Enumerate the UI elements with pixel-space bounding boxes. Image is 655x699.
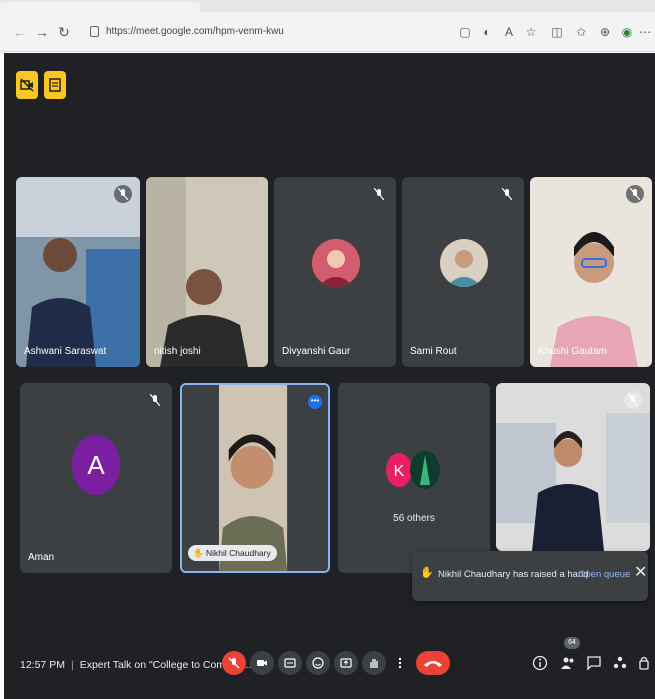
collections-icon[interactable]: ⊕ bbox=[598, 25, 612, 39]
bottom-control-bar: 12:57 PM | Expert Talk on "College to Comp… bbox=[4, 637, 655, 699]
people-icon[interactable] bbox=[560, 655, 576, 671]
participant-name: Ashwani Saraswat bbox=[24, 346, 107, 357]
browser-toolbar: ← → ↻ https://meet.google.com/hpm-venm-k… bbox=[0, 0, 655, 52]
split-screen-icon[interactable]: ◫ bbox=[550, 25, 564, 39]
people-count-badge: 64 bbox=[564, 637, 580, 649]
address-bar[interactable]: https://meet.google.com/hpm-venm-kwu bbox=[84, 21, 444, 43]
mic-off-icon bbox=[146, 391, 164, 409]
mic-off-icon bbox=[370, 185, 388, 203]
back-icon[interactable]: ← bbox=[12, 24, 28, 40]
raise-hand-icon: ✋ bbox=[420, 567, 434, 579]
raised-hand-chip: ✋ Nikhil Chaudhary bbox=[188, 545, 277, 561]
present-icon[interactable] bbox=[334, 651, 358, 675]
tab-strip bbox=[0, 0, 655, 12]
avatar bbox=[312, 239, 360, 287]
tracking-icon[interactable]: ◐ bbox=[480, 25, 494, 39]
raised-hand-notification: ✋ Nikhil Chaudhary has raised a hand Ope… bbox=[412, 551, 648, 601]
mic-off-icon bbox=[624, 391, 642, 409]
emoji-icon[interactable] bbox=[306, 651, 330, 675]
info-icon[interactable] bbox=[532, 655, 548, 671]
avatar: A bbox=[72, 435, 120, 495]
favorites-bar-icon[interactable]: ✩ bbox=[574, 25, 588, 39]
meeting-info: 12:57 PM | Expert Talk on "College to Comp… bbox=[20, 659, 251, 671]
others-tile[interactable]: K 56 others bbox=[338, 383, 490, 573]
avatar bbox=[410, 451, 440, 489]
camera-icon[interactable] bbox=[250, 651, 274, 675]
mic-off-icon[interactable] bbox=[222, 651, 246, 675]
participant-tile-active[interactable]: ••• ✋ Nikhil Chaudhary bbox=[180, 383, 330, 573]
raise-hand-icon[interactable] bbox=[362, 651, 386, 675]
video-feed bbox=[16, 177, 140, 367]
notification-text: Nikhil Chaudhary has raised a hand bbox=[438, 569, 589, 580]
mic-off-icon bbox=[498, 185, 516, 203]
host-controls-icon[interactable] bbox=[636, 655, 652, 671]
meet-stage: Ashwani Saraswat nitish joshi Divyanshi … bbox=[4, 53, 655, 699]
participant-tile[interactable]: A Aman bbox=[20, 383, 172, 573]
chat-icon[interactable] bbox=[586, 655, 602, 671]
others-count: 56 others bbox=[393, 513, 435, 524]
end-call-icon[interactable] bbox=[416, 651, 450, 675]
video-feed bbox=[146, 177, 268, 367]
read-aloud-icon[interactable]: A bbox=[502, 25, 516, 39]
participant-name: Nikhil Chaudhary bbox=[206, 548, 271, 558]
activities-icon[interactable] bbox=[612, 655, 628, 671]
participant-tile[interactable]: Khushi Gautam bbox=[530, 177, 652, 367]
lock-icon bbox=[90, 26, 99, 37]
active-tab[interactable] bbox=[0, 2, 200, 12]
favorite-icon[interactable]: ☆ bbox=[524, 25, 538, 39]
url-text: https://meet.google.com/hpm-venm-kwu bbox=[106, 26, 284, 37]
raise-hand-icon: ✋ bbox=[193, 548, 204, 558]
captions-icon[interactable] bbox=[44, 71, 66, 99]
open-queue-link[interactable]: Open queue bbox=[578, 569, 630, 580]
participant-tile[interactable]: Sami Rout bbox=[402, 177, 524, 367]
separator: | bbox=[70, 659, 74, 671]
menu-icon[interactable]: ⋯ bbox=[638, 25, 652, 39]
captions-icon[interactable] bbox=[278, 651, 302, 675]
profile-icon[interactable]: ◉ bbox=[620, 25, 634, 39]
clock: 12:57 PM bbox=[20, 659, 65, 671]
participant-tile[interactable]: Divyanshi Gaur bbox=[274, 177, 396, 367]
participant-name: Divyanshi Gaur bbox=[282, 346, 351, 357]
extension-icon[interactable]: ▢ bbox=[458, 25, 472, 39]
participant-name: Khushi Gautam bbox=[538, 346, 607, 357]
more-options-icon[interactable] bbox=[388, 651, 412, 675]
participant-name: Aman bbox=[28, 552, 55, 563]
close-icon[interactable]: ✕ bbox=[634, 565, 647, 581]
avatar bbox=[440, 239, 488, 287]
participant-name: Sami Rout bbox=[410, 346, 457, 357]
video-feed bbox=[530, 177, 652, 367]
participant-name: nitish joshi bbox=[154, 346, 201, 357]
participant-tile[interactable]: Ashwani Saraswat bbox=[16, 177, 140, 367]
participant-tile[interactable] bbox=[496, 383, 650, 551]
video-feed bbox=[496, 383, 650, 551]
forward-icon[interactable]: → bbox=[34, 24, 50, 40]
video-feed bbox=[182, 385, 328, 571]
more-options-icon[interactable]: ••• bbox=[308, 395, 322, 409]
mic-off-icon bbox=[626, 185, 644, 203]
participant-tile[interactable]: nitish joshi bbox=[146, 177, 268, 367]
camera-off-icon[interactable] bbox=[16, 71, 38, 99]
reload-icon[interactable]: ↻ bbox=[56, 24, 72, 40]
mic-off-icon bbox=[114, 185, 132, 203]
